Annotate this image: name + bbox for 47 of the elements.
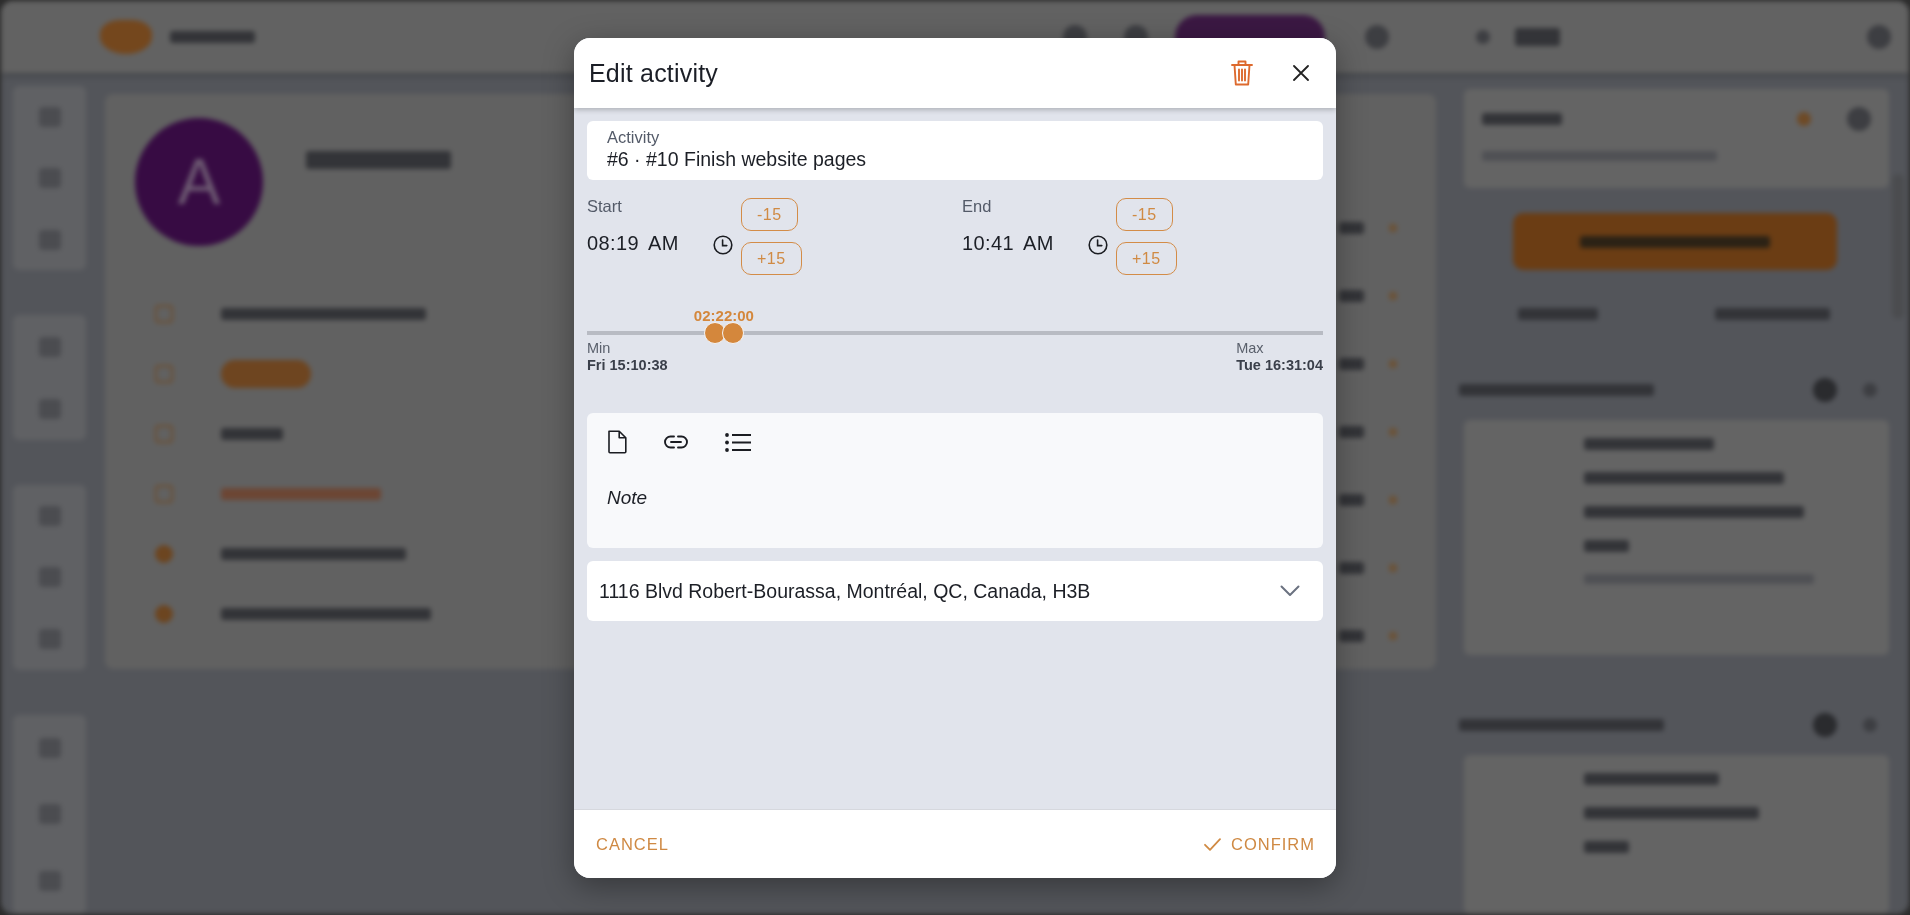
square-icon [1389, 564, 1397, 572]
max-label: Max [1236, 340, 1264, 356]
square-icon [1389, 496, 1397, 504]
square-icon [1389, 292, 1397, 300]
round-icon [1813, 713, 1837, 737]
dialog-title: Edit activity [589, 58, 720, 88]
min-label: Min [587, 340, 611, 356]
round-icon [1365, 25, 1389, 49]
square-icon [1389, 360, 1397, 368]
logo-drawing [100, 20, 152, 54]
round-icon [1847, 107, 1871, 131]
field-label: End [962, 196, 993, 216]
square-icon [1389, 428, 1397, 436]
step-button[interactable]: +15 [1116, 242, 1177, 275]
clock-icon[interactable] [713, 235, 733, 255]
field-label: Start [587, 196, 623, 216]
round-icon [1867, 25, 1891, 49]
bullet-list-icon[interactable] [725, 432, 751, 452]
slider-thumb[interactable] [721, 322, 744, 344]
step-button[interactable]: -15 [741, 198, 798, 231]
square-icon [1389, 632, 1397, 640]
round-icon [1813, 378, 1837, 402]
address-select[interactable]: 1116 Blvd Robert-Bourassa, Montréal, QC, Canada, H3B [587, 561, 1323, 621]
round-icon [1863, 383, 1877, 397]
note-input[interactable]: Note [607, 486, 907, 510]
link-icon[interactable] [664, 435, 688, 449]
chevron-down-icon[interactable] [1280, 585, 1300, 597]
round-icon [1797, 112, 1811, 126]
round-icon [1476, 30, 1490, 44]
cancel-button[interactable]: CANCEL [589, 826, 676, 862]
trash-icon[interactable] [1231, 60, 1253, 86]
avatar: A [135, 118, 263, 246]
time-value[interactable]: 08:19 AM [587, 232, 679, 255]
round-icon [1863, 718, 1877, 732]
time-value[interactable]: 10:41 AM [962, 232, 1054, 255]
square-icon [1389, 224, 1397, 232]
slider-value-label: 02:22:00 [693, 308, 754, 323]
step-button[interactable]: -15 [1116, 198, 1173, 231]
clock-icon[interactable] [1088, 235, 1108, 255]
step-button[interactable]: +15 [741, 242, 802, 275]
min-value: Fri 15:10:38 [587, 356, 668, 374]
close-icon[interactable] [1293, 65, 1309, 81]
check-icon [1204, 837, 1221, 851]
confirm-button[interactable]: CONFIRM [1197, 826, 1322, 862]
max-value: Tue 16:31:04 [1236, 356, 1323, 374]
document-icon[interactable] [607, 430, 627, 454]
activity-field[interactable]: Activity #6 · #10 Finish website pages [587, 121, 1323, 180]
